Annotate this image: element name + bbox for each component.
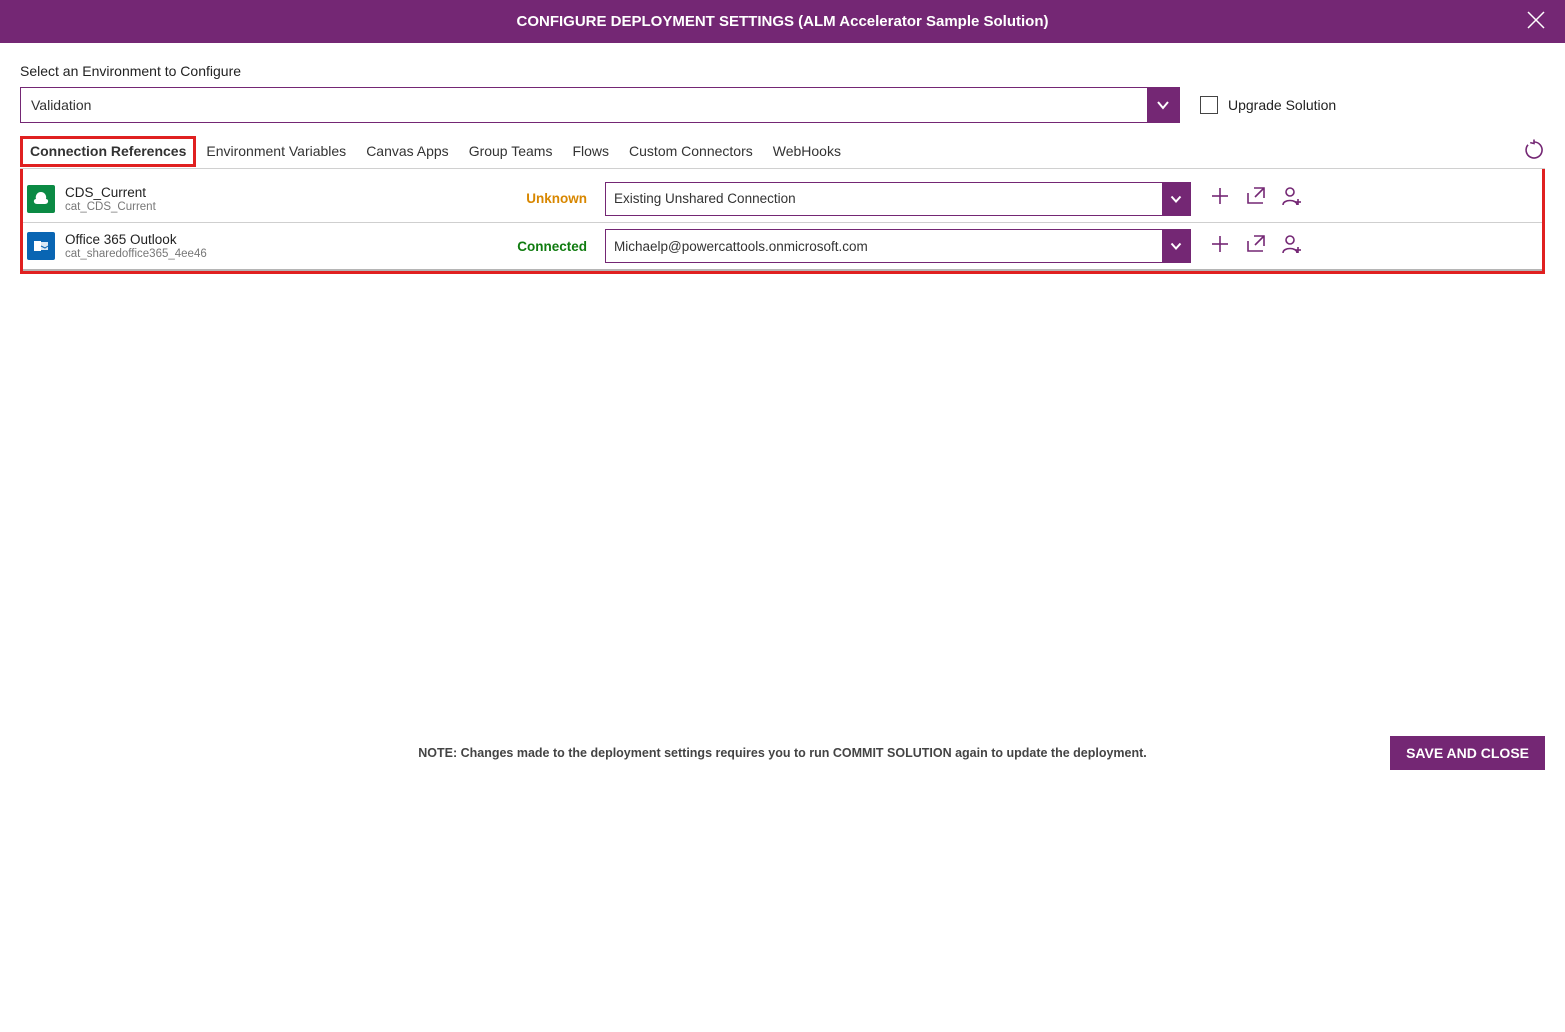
environment-select-caret[interactable] bbox=[1147, 88, 1179, 122]
connection-row: Office 365 Outlook cat_sharedoffice365_4… bbox=[23, 223, 1542, 271]
open-connection-button[interactable] bbox=[1245, 185, 1267, 212]
person-add-icon bbox=[1281, 185, 1303, 207]
dialog-title: CONFIGURE DEPLOYMENT SETTINGS (ALM Accel… bbox=[517, 13, 1049, 30]
environment-select[interactable]: Validation bbox=[20, 87, 1180, 123]
outlook-icon bbox=[32, 237, 50, 255]
connection-status: Connected bbox=[495, 239, 605, 254]
tab-group-teams[interactable]: Group Teams bbox=[459, 137, 563, 167]
connection-select[interactable]: Existing Unshared Connection bbox=[605, 182, 1191, 216]
plus-icon bbox=[1209, 233, 1231, 255]
upgrade-solution-label: Upgrade Solution bbox=[1228, 97, 1336, 113]
tabs-bar: Connection References Environment Variab… bbox=[20, 135, 1545, 169]
close-icon bbox=[1525, 9, 1547, 31]
connection-title: CDS_Current bbox=[65, 185, 495, 200]
dataverse-icon bbox=[32, 190, 50, 208]
chevron-down-icon bbox=[1170, 240, 1182, 252]
connection-select-value: Existing Unshared Connection bbox=[606, 191, 804, 206]
plus-icon bbox=[1209, 185, 1231, 207]
tab-connection-references[interactable]: Connection References bbox=[20, 136, 196, 167]
environment-label: Select an Environment to Configure bbox=[20, 63, 1545, 79]
connection-select-caret[interactable] bbox=[1162, 230, 1190, 262]
save-and-close-button[interactable]: SAVE AND CLOSE bbox=[1390, 736, 1545, 770]
open-external-icon bbox=[1245, 233, 1267, 255]
connection-status: Unknown bbox=[495, 191, 605, 206]
connection-references-panel: CDS_Current cat_CDS_Current Unknown Exis… bbox=[20, 169, 1545, 274]
chevron-down-icon bbox=[1156, 98, 1170, 112]
connection-subtitle: cat_CDS_Current bbox=[65, 201, 495, 213]
connection-row: CDS_Current cat_CDS_Current Unknown Exis… bbox=[23, 175, 1542, 223]
assign-user-button[interactable] bbox=[1281, 233, 1303, 260]
connection-icon-outlook bbox=[27, 232, 55, 260]
person-add-icon bbox=[1281, 233, 1303, 255]
connection-select-caret[interactable] bbox=[1162, 183, 1190, 215]
refresh-button[interactable] bbox=[1523, 139, 1545, 166]
connection-subtitle: cat_sharedoffice365_4ee46 bbox=[65, 248, 495, 260]
add-connection-button[interactable] bbox=[1209, 185, 1231, 212]
footer-bar: NOTE: Changes made to the deployment set… bbox=[0, 746, 1565, 760]
open-external-icon bbox=[1245, 185, 1267, 207]
tab-custom-connectors[interactable]: Custom Connectors bbox=[619, 137, 763, 167]
open-connection-button[interactable] bbox=[1245, 233, 1267, 260]
connection-select-value: Michaelp@powercattools.onmicrosoft.com bbox=[606, 239, 876, 254]
tab-environment-variables[interactable]: Environment Variables bbox=[196, 137, 356, 167]
connection-select[interactable]: Michaelp@powercattools.onmicrosoft.com bbox=[605, 229, 1191, 263]
add-connection-button[interactable] bbox=[1209, 233, 1231, 260]
dialog-header: CONFIGURE DEPLOYMENT SETTINGS (ALM Accel… bbox=[0, 0, 1565, 43]
upgrade-solution-group: Upgrade Solution bbox=[1200, 96, 1336, 114]
upgrade-solution-checkbox[interactable] bbox=[1200, 96, 1218, 114]
tab-flows[interactable]: Flows bbox=[562, 137, 619, 167]
connection-icon-cds bbox=[27, 185, 55, 213]
chevron-down-icon bbox=[1170, 193, 1182, 205]
refresh-icon bbox=[1523, 139, 1545, 161]
environment-select-value: Validation bbox=[21, 97, 101, 113]
tab-webhooks[interactable]: WebHooks bbox=[763, 137, 851, 167]
tab-canvas-apps[interactable]: Canvas Apps bbox=[356, 137, 459, 167]
assign-user-button[interactable] bbox=[1281, 185, 1303, 212]
close-button[interactable] bbox=[1525, 9, 1547, 35]
footer-note: NOTE: Changes made to the deployment set… bbox=[418, 746, 1147, 760]
connection-title: Office 365 Outlook bbox=[65, 232, 495, 247]
